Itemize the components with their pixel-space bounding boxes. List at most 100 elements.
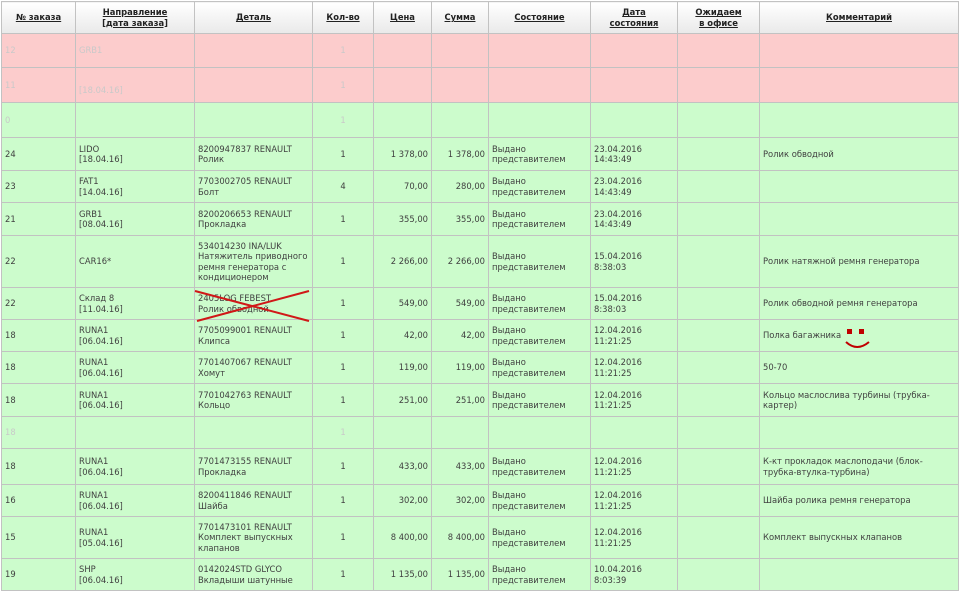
sum-cell: 1 378,00: [431, 137, 489, 171]
sum-cell: 8 400,00: [431, 516, 489, 559]
quantity-cell: 1: [312, 351, 374, 384]
status-date-cell-line: 23.04.2016: [594, 143, 642, 154]
direction-cell-line: RUNA1: [79, 325, 109, 335]
status-date-cell: 23.04.2016 14:43:49: [590, 137, 678, 171]
quantity-cell: 1: [312, 416, 374, 449]
price-cell: 302,00: [373, 484, 432, 517]
column-header-label[interactable]: Состояние: [514, 12, 564, 22]
sum-cell: [431, 67, 489, 103]
column-header-order-number[interactable]: № заказа: [1, 1, 76, 34]
status-cell: Выдано представителем: [488, 516, 591, 559]
status-date-cell: [590, 416, 678, 449]
status-cell: [488, 33, 591, 68]
detail-cell-line: 7701473101 RENAULT: [198, 521, 292, 532]
sum-cell: 42,00: [431, 319, 489, 352]
status-date-cell-line: 12.04.2016: [594, 389, 642, 400]
detail-cell-line: Хомут: [198, 367, 226, 378]
expected-in-office-cell: [677, 448, 760, 485]
status-cell: Выдано представителем: [488, 287, 591, 320]
status-date-cell-line: 11:21:25: [594, 335, 632, 346]
column-header-comment[interactable]: Комментарий: [759, 1, 959, 34]
column-header-status-date[interactable]: Дата состояния: [590, 1, 678, 34]
direction-cell: RUNA1 [06.04.16]: [75, 319, 195, 352]
column-header-label[interactable]: Сумма: [445, 12, 476, 22]
detail-cell-line: Комплект выпускных: [198, 532, 293, 543]
order-number-cell: 18: [1, 319, 76, 352]
direction-cell-line: LIDO: [79, 143, 100, 154]
status-cell-line: представителем: [492, 219, 566, 229]
status-cell-line: представителем: [492, 335, 566, 346]
column-header-label[interactable]: Ожидаем: [695, 7, 741, 17]
detail-cell-line: кондиционером: [198, 272, 269, 282]
table-row: 24 LIDO [18.04.16] 8200947837 RENAULT Ролик 1…: [1, 137, 959, 171]
expected-in-office-cell: [677, 484, 760, 517]
detail-cell: 8200206653 RENAULT Прокладка: [194, 202, 313, 236]
detail-cell-line: ремня генератора с: [198, 261, 287, 272]
expected-in-office-cell: [677, 516, 760, 559]
status-cell-line: Выдано: [492, 208, 526, 219]
price-cell: [373, 102, 432, 138]
column-header-detail[interactable]: Деталь: [194, 1, 313, 34]
expected-in-office-cell: [677, 558, 760, 591]
detail-cell: 8200411846 RENAULT Шайба: [194, 484, 313, 517]
price-cell: 1 135,00: [373, 558, 432, 591]
column-header-expected-in-office[interactable]: Ожидаем в офисе: [677, 1, 760, 34]
status-cell-line: Выдано: [492, 325, 526, 335]
detail-cell-line: 7701042763 RENAULT: [198, 389, 292, 400]
column-header-sublabel[interactable]: в офисе: [699, 18, 738, 28]
column-header-label[interactable]: № заказа: [16, 12, 61, 22]
sum-cell: [431, 102, 489, 138]
direction-cell: GRB1 [08.04.16]: [75, 202, 195, 236]
status-cell-line: представителем: [492, 367, 566, 378]
column-header-direction[interactable]: Направление [дата заказа]: [75, 1, 195, 34]
order-number-cell: 21: [1, 202, 76, 236]
direction-cell-line: Склад 8: [79, 293, 115, 303]
direction-cell: GRB1: [75, 33, 195, 68]
direction-cell-line: RUNA1: [79, 527, 109, 537]
sum-cell: 119,00: [431, 351, 489, 384]
sum-cell: 549,00: [431, 287, 489, 320]
order-number-cell: 16: [1, 484, 76, 517]
quantity-cell: 1: [312, 67, 374, 103]
column-header-sublabel[interactable]: [дата заказа]: [102, 18, 168, 28]
order-number-cell: 19: [1, 558, 76, 591]
status-cell: Выдано представителем: [488, 202, 591, 236]
detail-cell: 8200947837 RENAULT Ролик: [194, 137, 313, 171]
detail-cell: 0142024STD GLYCO Вкладыши шатунные: [194, 558, 313, 591]
price-cell: [373, 416, 432, 449]
column-header-status[interactable]: Состояние: [488, 1, 591, 34]
direction-cell: SHP [06.04.16]: [75, 558, 195, 591]
column-header-label[interactable]: Цена: [390, 12, 415, 22]
direction-cell: LIDO [18.04.16]: [75, 137, 195, 171]
detail-cell-line: 8200411846 RENAULT: [198, 490, 292, 500]
status-date-cell: 12.04.2016 11:21:25: [590, 383, 678, 417]
status-date-cell: 23.04.2016 14:43:49: [590, 202, 678, 236]
direction-cell: FAT1 [14.04.16]: [75, 170, 195, 203]
sum-cell: 280,00: [431, 170, 489, 203]
column-header-label[interactable]: Кол-во: [326, 12, 359, 22]
order-number-cell: 12: [1, 33, 76, 68]
column-header-sum[interactable]: Сумма: [431, 1, 489, 34]
column-header-sublabel[interactable]: состояния: [610, 18, 659, 28]
column-header-price[interactable]: Цена: [373, 1, 432, 34]
column-header-quantity[interactable]: Кол-во: [312, 1, 374, 34]
direction-cell: RUNA1 [06.04.16]: [75, 383, 195, 417]
status-cell-line: Выдано: [492, 490, 526, 500]
table-row: 11 [18.04.16] 1: [1, 67, 959, 103]
detail-cell: 7701473155 RENAULT Прокладка: [194, 448, 313, 485]
order-number-cell: 15: [1, 516, 76, 559]
price-cell: 433,00: [373, 448, 432, 485]
detail-cell-line: Вкладыши шатунные: [198, 574, 293, 585]
comment-cell: Полка багажника: [759, 319, 959, 352]
direction-cell-line: [05.04.16]: [79, 537, 123, 548]
table-row: 01: [1, 102, 959, 138]
status-cell-line: Выдано: [492, 176, 526, 186]
order-number-cell: 24: [1, 137, 76, 171]
direction-cell: CAR16*: [75, 235, 195, 288]
status-date-cell-line: 23.04.2016: [594, 176, 642, 186]
column-header-label[interactable]: Дата: [622, 7, 646, 17]
column-header-label[interactable]: Направление: [103, 7, 168, 17]
comment-cell: Ролик обводной: [759, 137, 959, 171]
column-header-label[interactable]: Комментарий: [826, 12, 892, 22]
column-header-label[interactable]: Деталь: [236, 12, 271, 22]
